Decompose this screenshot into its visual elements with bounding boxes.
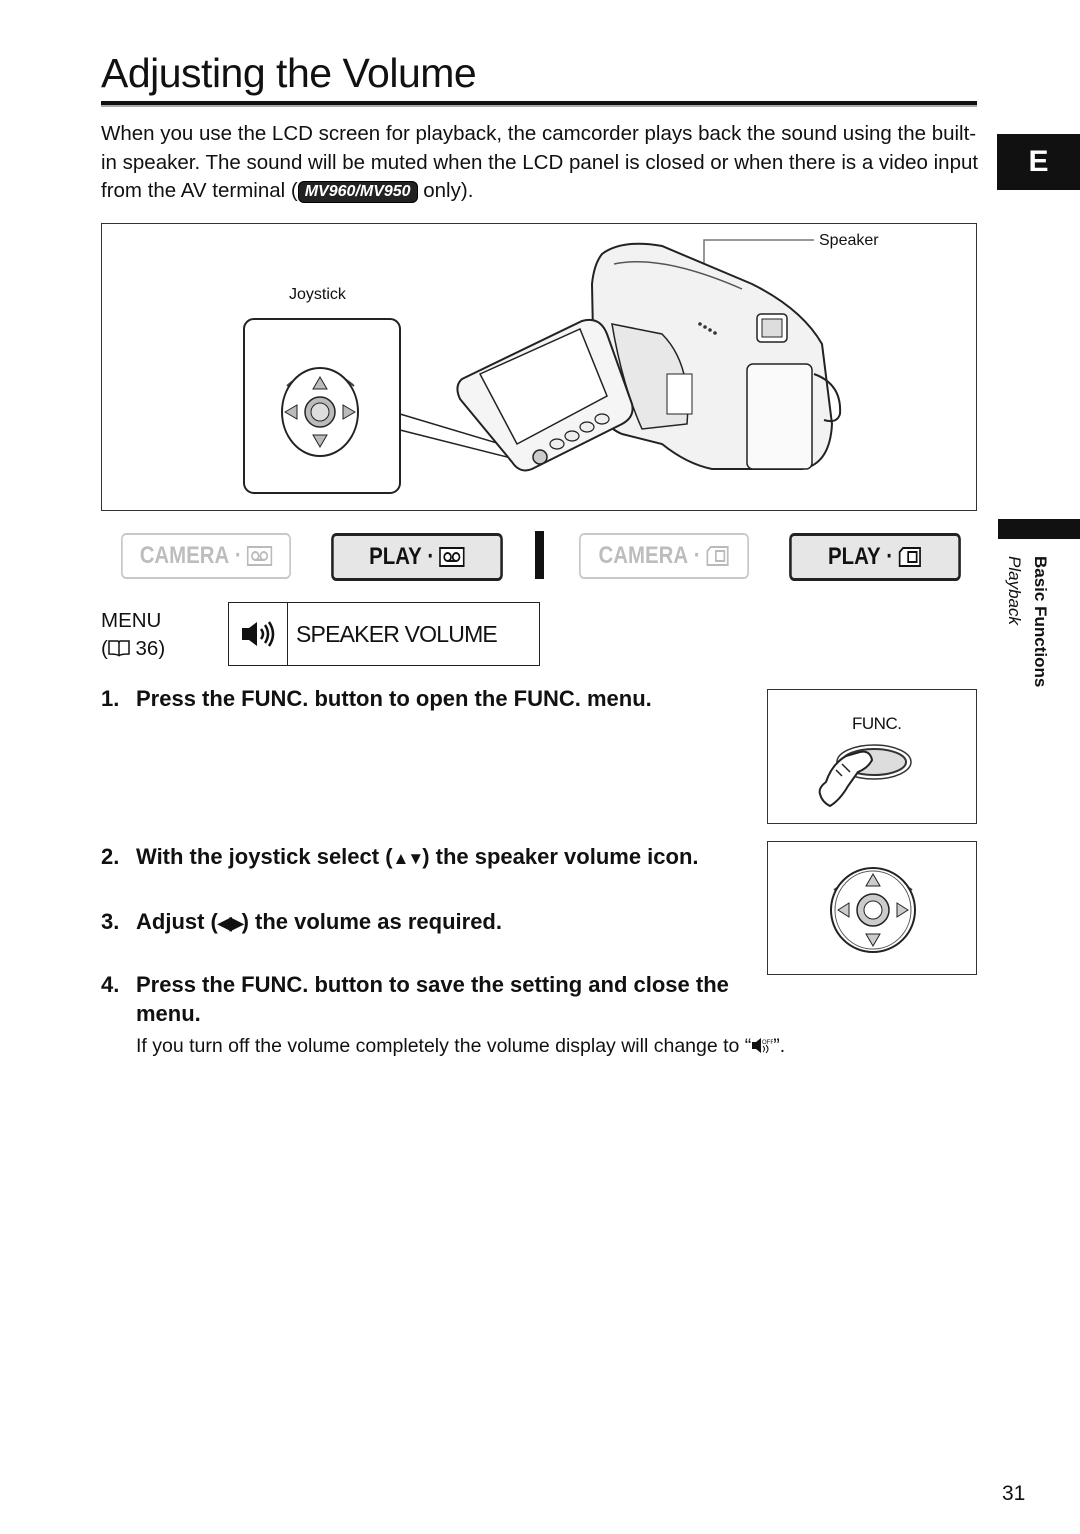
joystick-icon	[830, 867, 916, 953]
step-number: 4.	[101, 972, 120, 997]
step-text-part: Adjust (	[136, 909, 218, 934]
menu-label: MENU	[101, 609, 162, 632]
intro-paragraph: When you use the LCD screen for playback…	[101, 120, 981, 206]
menu-reference: MENU ( 36)	[101, 607, 165, 663]
camcorder-figure: Speaker Joystick	[101, 223, 977, 511]
mode-dot: ·	[688, 542, 701, 569]
step-text-part: With the joystick select (	[136, 844, 393, 869]
step-text-part: ) the volume as required.	[241, 909, 502, 934]
tape-icon	[246, 546, 273, 566]
intro-text-2: only).	[417, 179, 474, 202]
svg-text:OFF: OFF	[762, 1040, 773, 1046]
mode-label: CAMERA	[598, 542, 689, 569]
speaker-off-icon: OFF	[752, 1038, 775, 1054]
ref-page: 36)	[129, 637, 166, 660]
mode-label: CAMERA	[139, 542, 230, 569]
note-text: ”.	[773, 1035, 786, 1057]
func-button-figure: FUNC.	[767, 689, 977, 824]
section-labels: Basic Functions Playback	[1000, 556, 1060, 726]
section-tab-marker	[998, 519, 1080, 539]
subsection-label: Playback	[1005, 556, 1024, 625]
step-text: Adjust (◀▶) the volume as required.	[101, 907, 761, 938]
language-tab: E	[997, 134, 1080, 190]
mode-camera-card: CAMERA ·	[579, 533, 749, 579]
mode-dot: ·	[880, 543, 894, 570]
menu-item-icon-cell	[229, 603, 288, 665]
up-down-arrows-icon: ▲▼	[392, 849, 425, 868]
speaker-icon	[242, 621, 275, 647]
page-reference: ( 36)	[101, 635, 165, 663]
mode-separator	[535, 531, 544, 579]
mode-dot: ·	[229, 542, 242, 569]
step-3: 3. Adjust (◀▶) the volume as required.	[101, 907, 761, 938]
card-icon	[898, 547, 922, 567]
step-text: Press the FUNC. button to open the FUNC.…	[136, 686, 652, 711]
model-badge: MV960/MV950	[297, 181, 418, 203]
mode-label: PLAY	[369, 543, 422, 570]
mode-camera-tape: CAMERA ·	[121, 533, 291, 579]
mode-dot: ·	[421, 543, 435, 570]
menu-item-box: SPEAKER VOLUME	[228, 602, 540, 666]
section-label: Basic Functions	[1031, 556, 1050, 688]
joystick-figure	[767, 841, 977, 975]
intro-text-1: When you use the LCD screen for playback…	[101, 122, 979, 202]
ref-paren: (	[101, 637, 108, 660]
mode-play-card: PLAY ·	[789, 533, 961, 581]
tape-icon	[439, 547, 465, 567]
card-icon	[706, 546, 729, 566]
left-right-arrows-icon: ◀▶	[217, 913, 244, 933]
step-text-part: ) the speaker volume icon.	[422, 844, 699, 869]
camcorder-illustration	[243, 239, 842, 494]
step-4: 4. Press the FUNC. button to save the se…	[101, 970, 781, 1028]
mode-label: PLAY	[828, 543, 881, 570]
hand-pressing-button-icon	[818, 744, 912, 808]
step-number: 3.	[101, 909, 120, 934]
step-2: 2. With the joystick select (▲▼) the spe…	[101, 842, 761, 873]
joystick-closeup-icon	[281, 367, 359, 457]
menu-item-label: SPEAKER VOLUME	[296, 620, 498, 647]
step-text: Press the FUNC. button to save the setti…	[136, 972, 729, 1026]
page-title: Adjusting the Volume	[101, 50, 477, 96]
step-1: 1. Press the FUNC. button to open the FU…	[101, 684, 761, 713]
page-number: 31	[1002, 1482, 1026, 1505]
step-number: 2.	[101, 844, 120, 869]
book-icon	[108, 640, 130, 657]
step-number: 1.	[101, 686, 120, 711]
step-text: With the joystick select (▲▼) the speake…	[101, 842, 761, 873]
mode-play-tape: PLAY ·	[331, 533, 503, 581]
volume-off-note: If you turn off the volume completely th…	[136, 1035, 785, 1058]
title-rule	[101, 101, 977, 105]
note-text: If you turn off the volume completely th…	[136, 1035, 752, 1057]
